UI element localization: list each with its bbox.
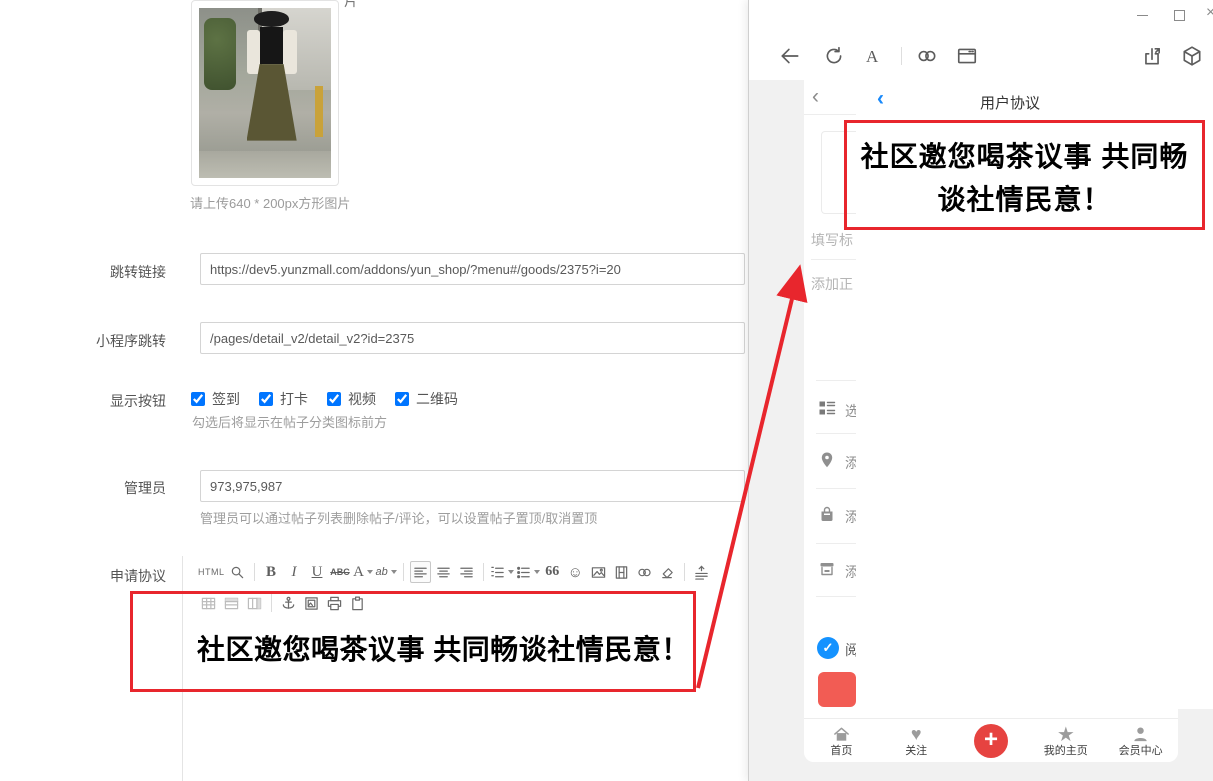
- admin-field-hint: 管理员可以通过帖子列表删除帖子/评论，可以设置帖子置顶/取消置顶: [200, 508, 597, 527]
- window-toolbar: A: [749, 28, 1213, 80]
- upload-hint: 请上传640 * 200px方形图片: [190, 193, 350, 212]
- tab-follow[interactable]: ♥ 关注: [879, 719, 954, 762]
- insert-image-button[interactable]: [588, 561, 609, 583]
- display-buttons-group: 签到 打卡 视频 二维码: [191, 389, 477, 409]
- window-titlebar: ×: [749, 0, 1213, 28]
- insert-video-button[interactable]: [611, 561, 632, 583]
- font-color-button[interactable]: A: [353, 561, 374, 583]
- miniapp-field-label: 小程序跳转: [20, 331, 166, 351]
- heart-icon: ♥: [911, 725, 922, 744]
- minimize-icon[interactable]: [1137, 15, 1148, 16]
- html-source-button[interactable]: HTML: [198, 561, 225, 583]
- clipped-label: 片: [344, 0, 358, 11]
- paragraph-top-button[interactable]: [691, 561, 712, 583]
- preview-window: × A ‹ 填写标 添加正 选 添 添 添 ✓ 阅: [748, 0, 1213, 781]
- link-icon[interactable]: [916, 45, 938, 67]
- emoji-button[interactable]: ☺: [565, 561, 586, 583]
- display-buttons-label: 显示按钮: [20, 391, 166, 411]
- location-icon[interactable]: [818, 451, 836, 469]
- tabbar: 首页 ♥ 关注 + ★ 我的主页 会员中心: [804, 718, 1178, 762]
- punch-checkbox[interactable]: [259, 392, 273, 406]
- checkbox-qrcode[interactable]: 二维码: [395, 389, 458, 409]
- annotation-box-preview: 社区邀您喝茶议事 共同畅谈社情民意！: [844, 120, 1205, 230]
- admin-input[interactable]: [200, 470, 745, 502]
- editor-toolbar-row1: HTML B I U ABC A ab 66 ☺: [197, 561, 713, 583]
- cover-image: [199, 8, 331, 178]
- annotation-box-editor: [130, 591, 696, 692]
- agreement-check-icon[interactable]: ✓: [817, 637, 839, 659]
- back-icon[interactable]: [779, 45, 801, 67]
- align-center-button[interactable]: [433, 561, 454, 583]
- browser-window-icon[interactable]: [956, 45, 978, 67]
- bold-button[interactable]: B: [261, 561, 282, 583]
- signin-checkbox[interactable]: [191, 392, 205, 406]
- tab-member-center[interactable]: 会员中心: [1103, 719, 1178, 762]
- publish-button[interactable]: [818, 672, 856, 707]
- align-right-button[interactable]: [456, 561, 477, 583]
- tab-my-page[interactable]: ★ 我的主页: [1028, 719, 1103, 762]
- cover-image-upload[interactable]: [191, 0, 339, 186]
- font-size-icon[interactable]: A: [866, 47, 878, 67]
- display-buttons-hint: 勾选后将显示在帖子分类图标前方: [192, 412, 387, 431]
- star-icon: ★: [1057, 725, 1075, 744]
- post-body-input[interactable]: 添加正: [811, 274, 853, 294]
- align-left-button[interactable]: [410, 561, 431, 583]
- remove-format-button[interactable]: [657, 561, 678, 583]
- checkbox-punch[interactable]: 打卡: [259, 389, 308, 409]
- store-icon[interactable]: [818, 560, 836, 578]
- goods-icon[interactable]: [818, 505, 836, 523]
- tab-post[interactable]: +: [954, 719, 1029, 762]
- home-icon: [832, 725, 851, 744]
- post-back-icon[interactable]: ‹: [812, 85, 819, 109]
- blockquote-button[interactable]: 66: [542, 561, 563, 583]
- maximize-icon[interactable]: [1174, 10, 1185, 21]
- refresh-icon[interactable]: [823, 45, 845, 67]
- highlight-button[interactable]: ab: [376, 561, 397, 583]
- insert-link-button[interactable]: [634, 561, 655, 583]
- underline-button[interactable]: U: [307, 561, 328, 583]
- user-icon: [1131, 725, 1150, 744]
- category-icon[interactable]: [818, 399, 836, 417]
- link-field-label: 跳转链接: [20, 262, 166, 282]
- checkbox-video[interactable]: 视频: [327, 389, 376, 409]
- share-icon[interactable]: [1141, 45, 1163, 67]
- video-checkbox[interactable]: [327, 392, 341, 406]
- post-title-input[interactable]: 填写标: [811, 230, 853, 250]
- preview-icon[interactable]: [227, 561, 248, 583]
- agreement-page-title: 用户协议: [856, 92, 1213, 113]
- italic-button[interactable]: I: [284, 561, 305, 583]
- unordered-list-button[interactable]: [516, 561, 540, 583]
- strikethrough-button[interactable]: ABC: [330, 561, 351, 583]
- tab-home[interactable]: 首页: [804, 719, 879, 762]
- qrcode-checkbox[interactable]: [395, 392, 409, 406]
- checkbox-signin[interactable]: 签到: [191, 389, 240, 409]
- agreement-field-label: 申请协议: [20, 566, 166, 586]
- link-input[interactable]: [200, 253, 745, 285]
- package-icon[interactable]: [1181, 45, 1203, 67]
- ordered-list-button[interactable]: [490, 561, 514, 583]
- admin-field-label: 管理员: [20, 478, 166, 498]
- plus-icon: +: [974, 724, 1008, 758]
- close-icon[interactable]: ×: [1206, 4, 1213, 22]
- miniapp-input[interactable]: [200, 322, 745, 354]
